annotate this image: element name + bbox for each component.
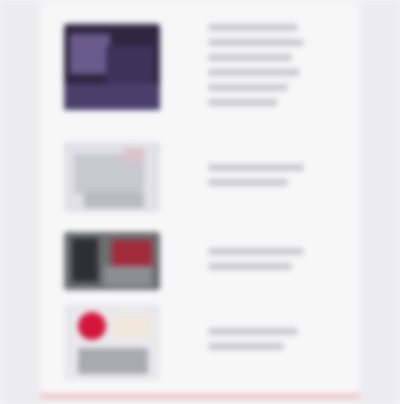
- text-line: [208, 263, 292, 270]
- feed-item[interactable]: [40, 304, 360, 384]
- feed-item[interactable]: [40, 232, 360, 312]
- text-line: [208, 179, 288, 186]
- text-line: [208, 24, 298, 31]
- app-frame: [0, 0, 400, 404]
- text-line: [208, 248, 304, 255]
- item-text-block: [208, 328, 338, 358]
- thumbnail-graphic: [64, 142, 160, 212]
- text-line: [208, 343, 284, 350]
- feed-panel: [40, 4, 360, 392]
- thumbnail-graphic: [64, 232, 160, 290]
- feed-item[interactable]: [40, 142, 360, 222]
- bottom-accent-bar: [40, 394, 360, 399]
- text-line: [208, 54, 292, 61]
- text-line: [208, 84, 288, 91]
- right-margin: [360, 0, 400, 404]
- thumbnail-graphic: [64, 24, 160, 110]
- thumbnail-image[interactable]: [64, 24, 160, 110]
- thumbnail-image[interactable]: [64, 232, 160, 290]
- text-line: [208, 39, 304, 46]
- item-text-block: [208, 164, 338, 194]
- thumbnail-graphic: [64, 304, 160, 380]
- thumbnail-image[interactable]: [64, 304, 160, 380]
- text-line: [208, 69, 300, 76]
- item-text-block: [208, 248, 338, 278]
- left-margin: [0, 0, 40, 404]
- feed-item[interactable]: [40, 24, 360, 124]
- thumbnail-image[interactable]: [64, 142, 160, 212]
- item-text-block: [208, 24, 338, 114]
- text-line: [208, 164, 304, 171]
- text-line: [208, 99, 278, 106]
- text-line: [208, 328, 298, 335]
